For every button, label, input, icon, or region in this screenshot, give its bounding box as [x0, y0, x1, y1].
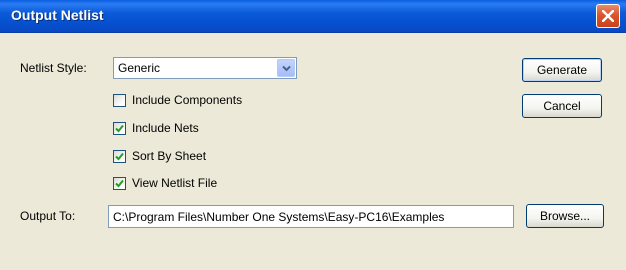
browse-button[interactable]: Browse...: [526, 204, 604, 228]
window-title: Output Netlist: [11, 7, 104, 23]
checkmark-icon: [115, 124, 124, 133]
dialog-body: Netlist Style: Generic Include Component…: [0, 33, 626, 270]
include-nets-checkbox[interactable]: [113, 122, 126, 135]
cancel-button[interactable]: Cancel: [522, 94, 602, 118]
generate-button-label: Generate: [536, 63, 588, 77]
output-path-value: C:\Program Files\Number One Systems\Easy…: [113, 210, 445, 224]
cancel-button-label: Cancel: [543, 99, 581, 113]
browse-button-label: Browse...: [539, 209, 590, 223]
sort-by-sheet-label: Sort By Sheet: [132, 149, 207, 163]
netlist-style-label: Netlist Style:: [20, 61, 87, 75]
include-components-label: Include Components: [132, 93, 243, 107]
output-to-label: Output To:: [20, 209, 75, 223]
title-bar[interactable]: Output Netlist: [0, 0, 626, 33]
chevron-down-icon: [282, 65, 291, 72]
close-icon: [602, 10, 614, 22]
generate-button[interactable]: Generate: [522, 58, 602, 82]
close-button[interactable]: [596, 4, 620, 28]
view-netlist-file-label: View Netlist File: [132, 176, 218, 190]
include-components-checkbox[interactable]: [113, 94, 126, 107]
checkmark-icon: [115, 179, 124, 188]
checkmark-icon: [115, 152, 124, 161]
netlist-style-select[interactable]: Generic: [113, 57, 297, 79]
output-to-label-text: Output To:: [20, 209, 76, 223]
include-nets-label: Include Nets: [132, 121, 199, 135]
netlist-style-value: Generic: [118, 61, 161, 75]
view-netlist-file-checkbox[interactable]: [113, 177, 126, 190]
sort-by-sheet-checkbox[interactable]: [113, 150, 126, 163]
netlist-style-label-text: Netlist Style:: [20, 61, 87, 75]
output-path-field[interactable]: C:\Program Files\Number One Systems\Easy…: [108, 205, 514, 228]
dropdown-button[interactable]: [277, 59, 295, 77]
